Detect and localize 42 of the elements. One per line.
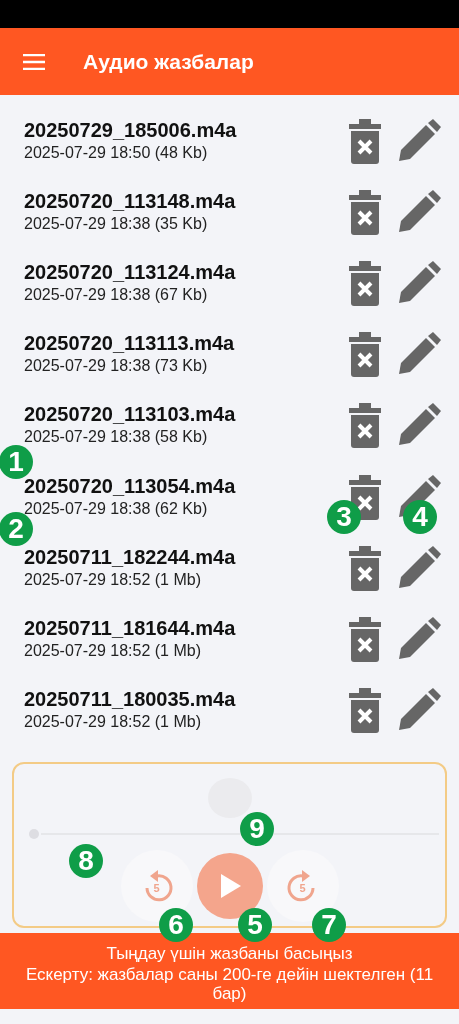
trash-icon[interactable] [347, 402, 383, 449]
trash-icon[interactable] [347, 117, 383, 164]
pencil-icon[interactable] [397, 403, 441, 448]
recording-name[interactable]: 20250720_113124.m4a [24, 261, 347, 283]
indicator-circle [207, 778, 252, 818]
recording-info: 2025-07-29 18:52 (1 Mb) [24, 713, 202, 732]
pencil-icon[interactable] [397, 118, 441, 163]
number-badge: 4 [403, 500, 437, 534]
number-badge: 8 [69, 844, 103, 878]
hint-text: Тыңдау үшін жазбаны басыңыз [105, 944, 354, 963]
number-badge: 9 [240, 812, 274, 846]
recording-name[interactable]: 20250720_113113.m4a [24, 333, 347, 355]
recording-name[interactable]: 20250711_181644.m4a [24, 617, 347, 639]
menu-icon[interactable] [23, 53, 45, 70]
recording-info: 2025-07-29 18:38 (35 Kb) [24, 214, 209, 233]
recording-info: 2025-07-29 18:38 (73 Kb) [24, 357, 209, 376]
pencil-icon[interactable] [397, 332, 441, 377]
recording-name[interactable]: 20250729_185006.m4a [24, 119, 347, 141]
trash-icon[interactable] [347, 615, 383, 662]
recording-name[interactable]: 20250720_113103.m4a [24, 404, 347, 426]
recording-info: 2025-07-29 18:52 (1 Mb) [24, 641, 202, 660]
trash-icon[interactable] [347, 544, 383, 591]
trash-icon[interactable] [347, 259, 383, 306]
recording-name[interactable]: 20250711_180035.m4a [24, 689, 347, 711]
trash-icon[interactable] [347, 331, 383, 378]
pencil-icon[interactable] [397, 616, 441, 661]
app-title: Аудио жазбалар [83, 49, 254, 74]
number-badge: 3 [327, 500, 361, 534]
pencil-icon[interactable] [397, 688, 441, 733]
pencil-icon[interactable] [397, 189, 441, 234]
warning-text: Ескерту: жазбалар саны 200-ге дейін шектелген (11 бар) [24, 965, 435, 1003]
recording-info: 2025-07-29 18:38 (58 Kb) [24, 428, 209, 447]
number-badge: 1 [0, 445, 33, 479]
trash-icon[interactable] [347, 687, 383, 734]
pencil-icon[interactable] [397, 545, 441, 590]
recording-info: 2025-07-29 18:52 (1 Mb) [24, 570, 202, 589]
recording-info: 2025-07-29 18:50 (48 Kb) [24, 143, 209, 162]
trash-icon[interactable] [347, 188, 383, 235]
recording-name[interactable]: 20250711_182244.m4a [24, 546, 347, 568]
recording-name[interactable]: 20250720_113148.m4a [24, 190, 347, 212]
recording-info: 2025-07-29 18:38 (67 Kb) [24, 285, 209, 304]
pencil-icon[interactable] [397, 260, 441, 305]
